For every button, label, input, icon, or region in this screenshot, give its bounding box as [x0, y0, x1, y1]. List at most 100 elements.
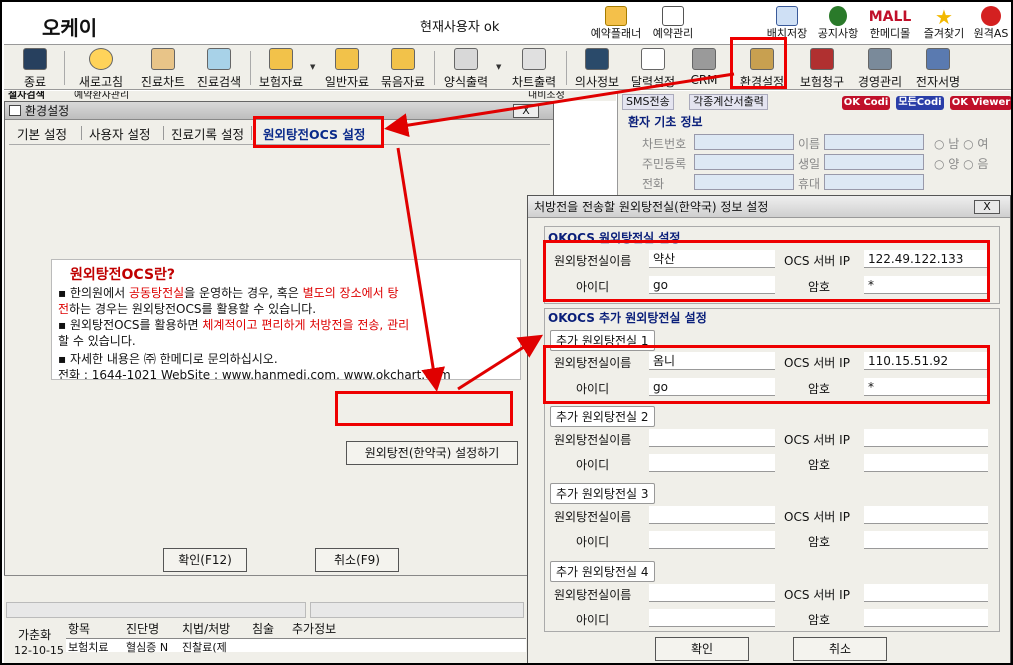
- toolbar-general-data-button[interactable]: 일반자료: [320, 46, 374, 90]
- extra-4-room-name-field[interactable]: [649, 584, 775, 602]
- extra-1-password-field[interactable]: *: [864, 378, 988, 396]
- extra-2-room-name-field[interactable]: [649, 429, 775, 447]
- tab-basic-settings[interactable]: 기본 설정: [17, 124, 67, 143]
- grid-header-acupuncture[interactable]: 침술: [252, 620, 274, 637]
- dropdown-arrow-icon[interactable]: ▼: [310, 63, 315, 71]
- invoice-print-button[interactable]: 각종계산서출력: [689, 94, 768, 110]
- room-name-label: 원외탕전실이름: [554, 510, 632, 524]
- extra-3-server-ip-field[interactable]: [864, 506, 988, 524]
- extra-2-password-field[interactable]: [864, 454, 988, 472]
- lunar-radio[interactable]: ○ 양 ○ 음: [934, 155, 988, 172]
- all-codi-badge[interactable]: 모든Codi: [896, 96, 944, 110]
- toolbar-crm-button[interactable]: CRM: [684, 46, 724, 90]
- ok-viewer-badge[interactable]: OK Viewer: [950, 96, 1011, 110]
- toolbar-separator: [434, 51, 435, 85]
- main-password-field[interactable]: *: [864, 276, 988, 294]
- dropdown-arrow-icon[interactable]: ▼: [496, 63, 501, 71]
- extra-4-password-field[interactable]: [864, 609, 988, 627]
- ocs-setup-button[interactable]: 원외탕전(한약국) 설정하기: [346, 441, 518, 465]
- header-button-planner[interactable]: 예약플래너: [588, 6, 644, 42]
- extra-1-server-ip-field[interactable]: 110.15.51.92: [864, 352, 988, 370]
- toolbar-chart-print-button[interactable]: 차트출력: [506, 46, 562, 90]
- chart-number-field[interactable]: [694, 134, 794, 150]
- extra-1-user-id-field[interactable]: go: [649, 378, 775, 396]
- table-row[interactable]: 보험치료 혈심증 N 진찰료(제: [66, 638, 526, 654]
- doctor-icon: [585, 48, 609, 70]
- toolbar-exit-button[interactable]: 종료: [8, 46, 62, 90]
- toolbar-form-print-button[interactable]: 양식출력: [438, 46, 494, 90]
- patient-name-cell: 가춘화: [18, 628, 52, 642]
- window-icon: [9, 105, 21, 116]
- bg-tab-search[interactable]: 철자검색: [8, 91, 45, 101]
- extra-2-user-id-field[interactable]: [649, 454, 775, 472]
- settings-dialog-titlebar[interactable]: 환경설정 X: [5, 102, 553, 120]
- grid-header-diagnosis[interactable]: 진단명: [126, 620, 159, 637]
- toolbar-doctor-info-button[interactable]: 의사정보: [570, 46, 624, 90]
- toolbar-chart-button[interactable]: 진료차트: [136, 46, 190, 90]
- user-id-label: 아이디: [576, 535, 610, 549]
- main-user-id-field[interactable]: go: [649, 276, 775, 294]
- grid-header-treatment[interactable]: 치법/처방: [182, 620, 230, 637]
- toolbar-management-button[interactable]: 경영관리: [852, 46, 908, 90]
- phone-field[interactable]: [694, 174, 794, 190]
- grid-header-item[interactable]: 항목: [68, 620, 90, 637]
- header-button-reservation[interactable]: 예약관리: [646, 6, 700, 42]
- toolbar-insurance-data-button[interactable]: 보험자료: [254, 46, 308, 90]
- extra-room-3-title: 추가 원외탕전실 3: [550, 483, 655, 504]
- birthday-field[interactable]: [824, 154, 924, 170]
- extra-4-user-id-field[interactable]: [649, 609, 775, 627]
- resident-number-field[interactable]: [694, 154, 794, 170]
- bg-tab-navigation[interactable]: 내비조정: [528, 91, 565, 101]
- ocs-ok-button[interactable]: 확인: [655, 637, 749, 661]
- crm-icon: [692, 48, 716, 70]
- grid-header-extra[interactable]: 추가정보: [292, 620, 336, 637]
- extra-3-password-field[interactable]: [864, 531, 988, 549]
- toolbar-e-signature-button[interactable]: 전자서명: [910, 46, 966, 90]
- server-ip-label: OCS 서버 IP: [784, 588, 850, 602]
- toolbar-search-button[interactable]: 진료검색: [192, 46, 246, 90]
- mobile-field[interactable]: [824, 174, 924, 190]
- extra-1-room-name-field[interactable]: 옴니: [649, 352, 775, 370]
- ocs-dialog-titlebar[interactable]: 처방전을 전송할 원외탕전실(한약국) 정보 설정 X: [528, 196, 1010, 218]
- tab-user-settings[interactable]: 사용자 설정: [89, 124, 150, 143]
- horizontal-scrollbar[interactable]: [6, 602, 306, 618]
- settings-ok-button[interactable]: 확인(F12): [163, 548, 247, 572]
- ok-codi-badge[interactable]: OK Codi: [842, 96, 890, 110]
- extra-ocs-section-title: OKOCS 추가 원외탕전실 설정: [548, 311, 707, 325]
- calendar-icon: [662, 6, 684, 26]
- toolbar-settings-button[interactable]: 환경설정: [734, 46, 790, 90]
- toolbar-refresh-button[interactable]: 새로고침: [68, 46, 134, 90]
- exit-icon: [23, 48, 47, 70]
- header-button-mall[interactable]: MALL 한메디몰: [864, 6, 916, 42]
- ocs-info-line: 할 수 있습니다.: [58, 334, 136, 348]
- settings-cancel-button[interactable]: 취소(F9): [315, 548, 399, 572]
- extra-3-room-name-field[interactable]: [649, 506, 775, 524]
- main-room-name-field[interactable]: 약산: [649, 250, 775, 268]
- sms-send-button[interactable]: SMS전송: [622, 94, 674, 110]
- header-button-notice[interactable]: 공지사항: [812, 6, 864, 42]
- management-icon: [868, 48, 892, 70]
- ocs-cancel-button[interactable]: 취소: [793, 637, 887, 661]
- sex-radio[interactable]: ○ 남 ○ 여: [934, 135, 988, 152]
- close-icon[interactable]: X: [974, 200, 1000, 214]
- header-button-remote-as[interactable]: 원격AS: [970, 6, 1011, 42]
- name-field[interactable]: [824, 134, 924, 150]
- birthday-label: 생일: [798, 157, 821, 171]
- header-button-favorites[interactable]: ★ 즐겨찾기: [918, 6, 970, 42]
- extra-room-1-title: 추가 원외탕전실 1: [550, 330, 655, 351]
- extra-4-server-ip-field[interactable]: [864, 584, 988, 602]
- toolbar-insurance-claim-button[interactable]: 보험청구: [794, 46, 850, 90]
- server-ip-label: OCS 서버 IP: [784, 433, 850, 447]
- bg-tab-reservation[interactable]: 예약환자관리: [74, 91, 129, 101]
- main-server-ip-field[interactable]: 122.49.122.133: [864, 250, 988, 268]
- toolbar-calendar-settings-button[interactable]: 달력설정: [626, 46, 680, 90]
- header-button-layout-save[interactable]: 배치저장: [762, 6, 812, 42]
- close-icon[interactable]: X: [513, 104, 539, 118]
- tab-record-settings[interactable]: 진료기록 설정: [171, 124, 244, 143]
- toolbar-bundle-data-button[interactable]: 묶음자료: [376, 46, 430, 90]
- horizontal-scrollbar[interactable]: [310, 602, 524, 618]
- extra-2-server-ip-field[interactable]: [864, 429, 988, 447]
- extra-3-user-id-field[interactable]: [649, 531, 775, 549]
- toolbar-separator: [250, 51, 251, 85]
- tab-ocs-settings[interactable]: 원외탕전OCS 설정: [263, 124, 365, 143]
